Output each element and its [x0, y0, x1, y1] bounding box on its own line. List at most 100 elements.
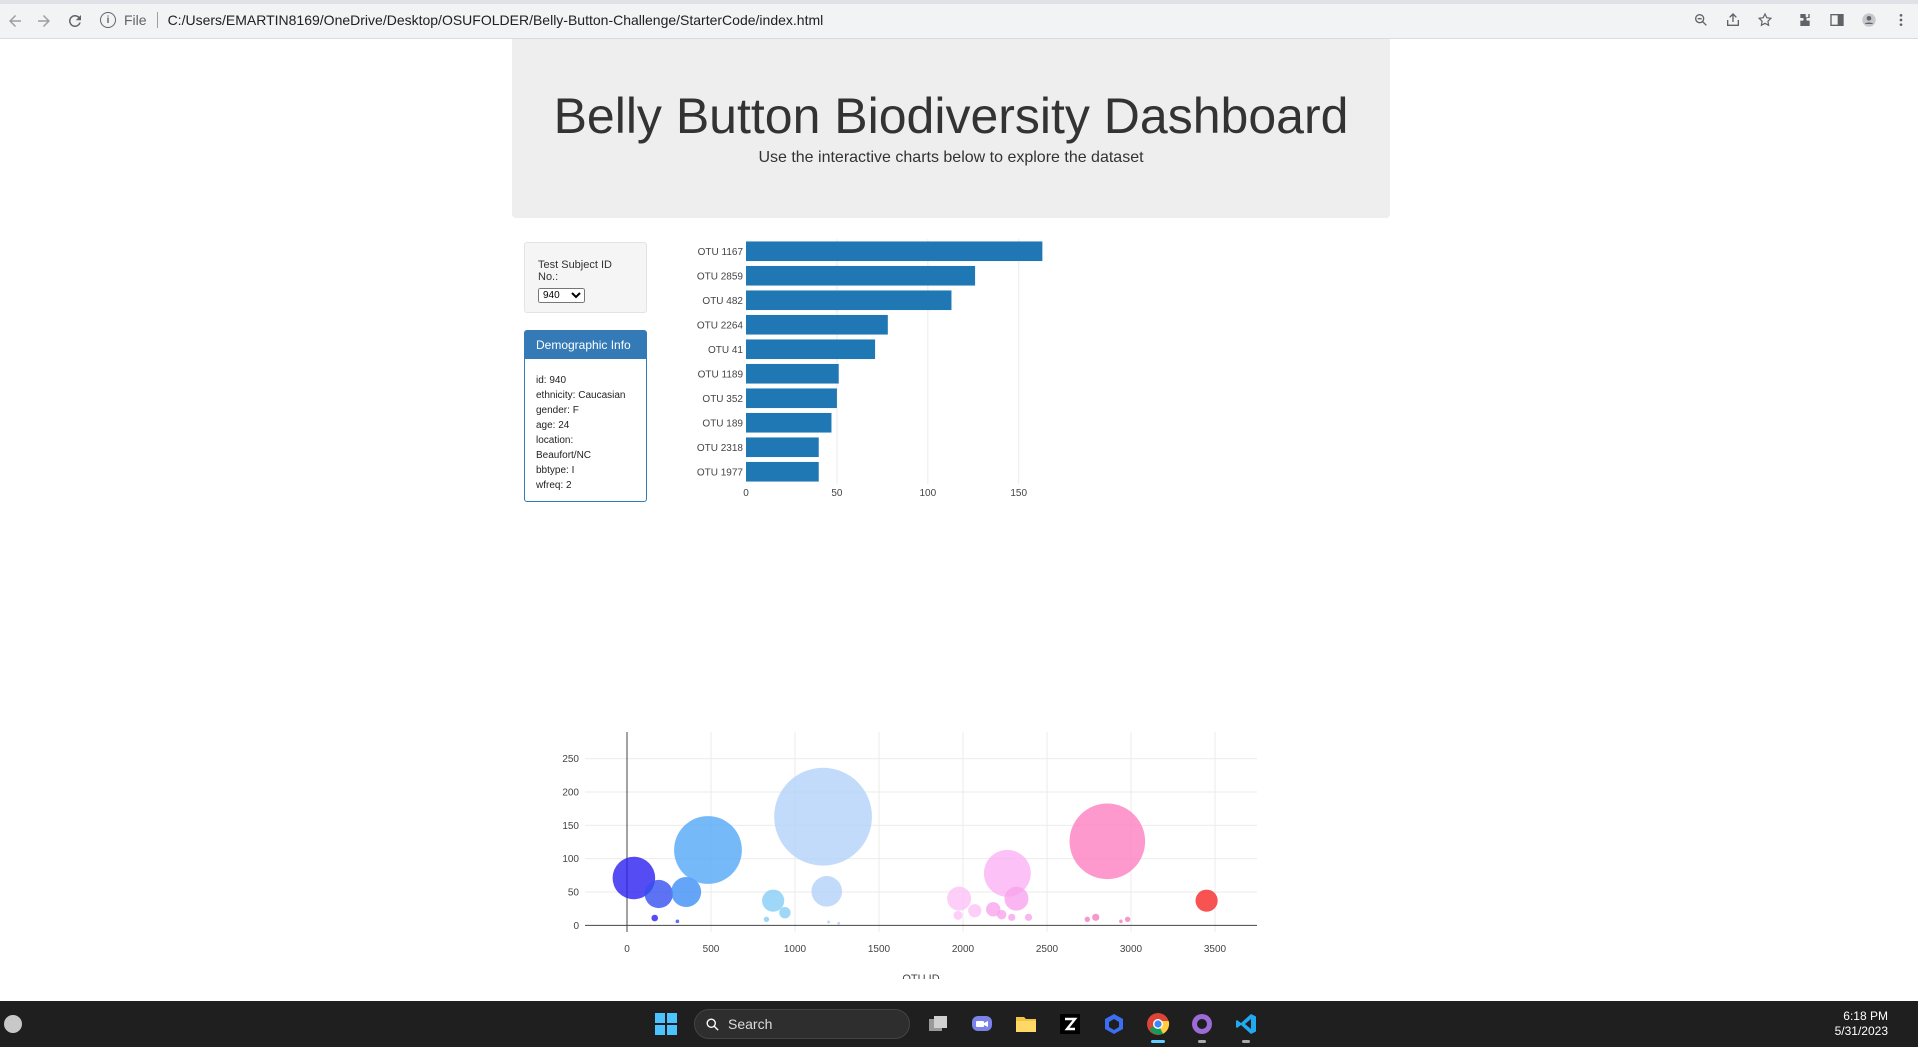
- bar-chart[interactable]: 0 50 100 150 OTU 1167 OTU 2859 OTU 482 OTU 2264…: [690, 231, 1050, 501]
- y-tick-label: OTU 1189: [698, 369, 744, 380]
- bubble: [1004, 886, 1029, 911]
- demo-line: age: 24: [536, 420, 570, 431]
- bubble: [811, 876, 843, 907]
- search-placeholder: Search: [728, 1016, 773, 1032]
- x-tick-label: 3500: [1204, 944, 1227, 955]
- x-axis-title: OTU ID: [902, 973, 939, 979]
- taskbar-search[interactable]: Search: [694, 1009, 910, 1039]
- y-tick-label: OTU 41: [708, 345, 743, 356]
- x-tick-label: 100: [919, 488, 936, 499]
- zoom-icon[interactable]: [1690, 9, 1712, 31]
- panel-heading: Demographic Info: [525, 331, 646, 359]
- y-tick-label: OTU 189: [702, 418, 743, 429]
- bubble: [1195, 889, 1218, 912]
- clock-time: 6:18 PM: [1843, 1009, 1888, 1023]
- bubble: [1008, 913, 1016, 921]
- vscode-icon[interactable]: [1230, 1008, 1262, 1043]
- url-text[interactable]: C:/Users/EMARTIN8169/OneDrive/Desktop/OS…: [168, 12, 824, 28]
- header-banner: Belly Button Biodiversity Dashboard Use …: [512, 39, 1390, 218]
- bubble: [762, 889, 785, 912]
- page-content: Belly Button Biodiversity Dashboard Use …: [0, 39, 1918, 1001]
- bubble: [1069, 803, 1146, 880]
- reload-icon: [68, 14, 81, 27]
- y-tick-label: 0: [573, 921, 579, 932]
- y-tick-label: OTU 1167: [698, 247, 744, 258]
- bubble: [1084, 916, 1091, 923]
- teams-chat-icon[interactable]: [966, 1008, 998, 1040]
- y-tick-label: OTU 352: [702, 394, 743, 405]
- address-bar[interactable]: i File C:/Users/EMARTIN8169/OneDrive/Des…: [100, 8, 823, 32]
- reload-button[interactable]: [64, 10, 86, 32]
- bubble: [837, 921, 841, 925]
- bar: [746, 461, 819, 482]
- y-tick-label: OTU 2264: [697, 320, 744, 331]
- x-tick-label: 2500: [1036, 944, 1059, 955]
- bubble: [947, 886, 972, 911]
- system-clock[interactable]: 6:18 PM 5/31/2023: [1835, 1009, 1888, 1039]
- browser-actions: [1680, 8, 1918, 32]
- subject-id-select[interactable]: 940: [538, 288, 585, 303]
- demo-line: id: 940: [536, 375, 567, 386]
- browser-toolbar: i File C:/Users/EMARTIN8169/OneDrive/Des…: [0, 0, 1918, 39]
- bubble: [674, 816, 742, 884]
- demo-line: Beaufort/NC: [536, 450, 592, 461]
- forward-button[interactable]: [33, 10, 55, 32]
- y-tick-label: 50: [568, 888, 580, 899]
- bubble: [651, 914, 659, 922]
- github-desktop-icon[interactable]: [1186, 1008, 1218, 1043]
- bar: [746, 363, 839, 384]
- panel-body: id: 940 ethnicity: Caucasian gender: F a…: [525, 359, 646, 507]
- bar: [746, 388, 837, 409]
- extensions-icon[interactable]: [1794, 9, 1816, 31]
- star-icon[interactable]: [1754, 9, 1776, 31]
- bubble: [953, 910, 963, 920]
- x-tick-label: 1500: [868, 944, 891, 955]
- x-tick-label: 2000: [952, 944, 975, 955]
- chrome-icon[interactable]: [1142, 1008, 1174, 1043]
- page-subtitle: Use the interactive charts below to expl…: [758, 149, 1144, 166]
- back-button[interactable]: [4, 10, 26, 32]
- bubble-chart[interactable]: 0501001502002500 500 1000 1500 2000 2500 3000 3…: [540, 679, 1340, 979]
- zotero-icon[interactable]: [1054, 1008, 1086, 1040]
- y-tick-label: 150: [562, 821, 579, 832]
- taskbar-apps: Search: [650, 1008, 1274, 1043]
- selector-label: Test Subject ID No.:: [538, 259, 612, 283]
- demographic-panel: Demographic Info id: 940 ethnicity: Cauc…: [524, 330, 647, 502]
- y-tick-label: OTU 482: [702, 296, 743, 307]
- bar: [746, 290, 952, 311]
- demo-line: location:: [536, 435, 574, 446]
- page-title: Belly Button Biodiversity Dashboard: [553, 88, 1349, 144]
- x-tick-label: 0: [743, 488, 749, 499]
- bubble: [675, 919, 680, 924]
- menu-kebab-icon[interactable]: [1890, 9, 1912, 31]
- bar: [746, 265, 976, 286]
- bubble: [1124, 916, 1131, 923]
- bubble: [774, 767, 872, 866]
- tab-strip: [0, 0, 1918, 4]
- power-automate-icon[interactable]: [1098, 1008, 1130, 1040]
- demo-line: wfreq: 2: [536, 480, 572, 491]
- weather-icon[interactable]: [4, 1015, 22, 1033]
- bar: [746, 314, 888, 335]
- bar: [746, 241, 1043, 262]
- file-explorer-icon[interactable]: [1010, 1008, 1042, 1040]
- demo-line: ethnicity: Caucasian: [536, 390, 626, 401]
- url-scheme: File: [124, 12, 147, 28]
- start-icon[interactable]: [650, 1008, 682, 1040]
- profile-avatar-icon[interactable]: [1858, 9, 1880, 31]
- y-tick-label: OTU 2859: [697, 271, 744, 282]
- y-tick-label: OTU 2318: [697, 443, 744, 454]
- share-icon[interactable]: [1722, 9, 1744, 31]
- info-icon[interactable]: i: [100, 12, 116, 28]
- bar: [746, 437, 819, 458]
- bubble: [644, 879, 673, 909]
- task-view-icon[interactable]: [922, 1008, 954, 1040]
- clock-date: 5/31/2023: [1834, 1024, 1888, 1038]
- subject-selector-well: Test Subject ID No.: 940: [524, 242, 647, 313]
- bubble: [827, 920, 831, 924]
- side-panel-icon[interactable]: [1826, 9, 1848, 31]
- bubble: [1119, 919, 1123, 924]
- divider: [156, 12, 158, 28]
- x-tick-label: 150: [1010, 488, 1027, 499]
- taskbar: Search 6:18 PM 5/31/2023: [0, 1001, 1918, 1047]
